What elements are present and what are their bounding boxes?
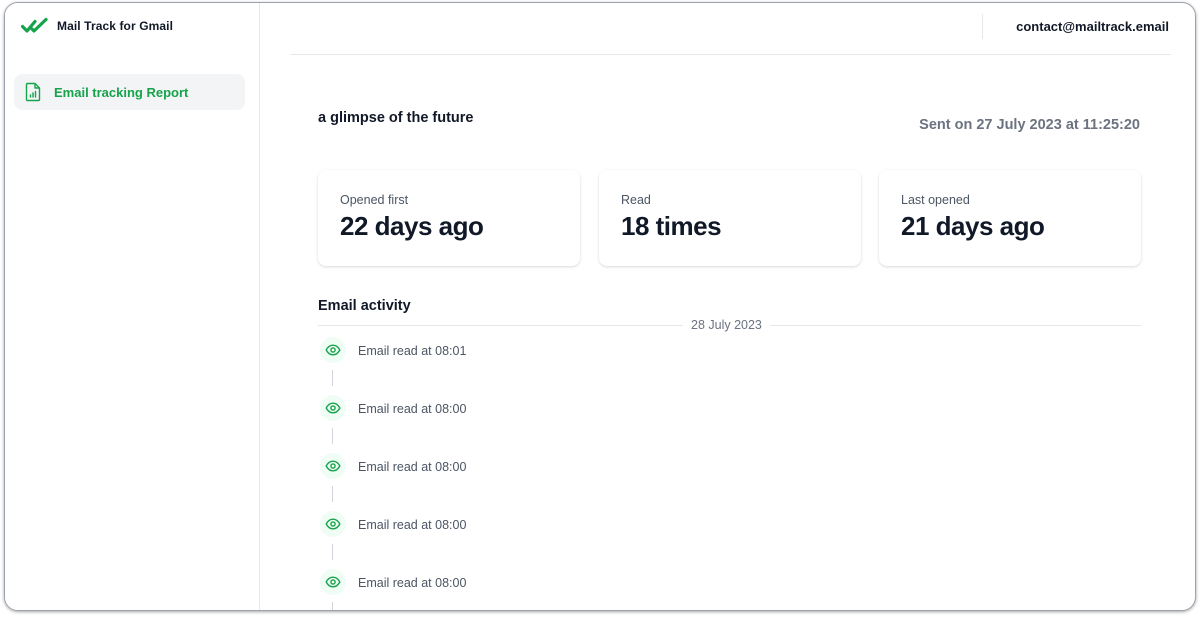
event-text: Email read at 08:00	[358, 518, 467, 532]
timeline-event: Email read at 08:00	[318, 393, 818, 451]
eye-icon	[320, 395, 346, 421]
timeline-connector	[332, 370, 333, 386]
sidebar-item-label: Email tracking Report	[54, 84, 189, 100]
stat-card-last-opened: Last opened 21 days ago	[879, 170, 1141, 266]
eye-icon	[320, 337, 346, 363]
brand[interactable]: Mail Track for Gmail	[21, 17, 173, 35]
activity-title: Email activity	[318, 298, 411, 314]
timeline-event: Email read at 08:00	[318, 509, 818, 567]
sent-timestamp: Sent on 27 July 2023 at 11:25:20	[919, 117, 1140, 133]
event-text: Email read at 08:00	[358, 460, 467, 474]
timeline-event: Email read at 08:01	[318, 335, 818, 393]
stat-card-opened-first: Opened first 22 days ago	[318, 170, 580, 266]
sidebar-item-email-tracking-report[interactable]: Email tracking Report	[14, 74, 245, 110]
eye-icon	[320, 569, 346, 595]
sidebar: Mail Track for Gmail Email tracking Repo…	[5, 3, 260, 610]
email-subject: a glimpse of the future	[318, 110, 474, 126]
report-file-icon	[25, 82, 41, 102]
timeline-connector	[332, 486, 333, 502]
stat-card-read: Read 18 times	[599, 170, 861, 266]
stat-value: 22 days ago	[340, 211, 484, 241]
timeline-connector	[332, 602, 333, 610]
header-rule	[290, 54, 1171, 55]
stat-value: 18 times	[621, 211, 722, 241]
activity-date: 28 July 2023	[683, 318, 770, 332]
eye-icon	[320, 511, 346, 537]
timeline-connector	[332, 544, 333, 560]
stat-label: Opened first	[340, 193, 409, 207]
timeline-event: Email read at 08:00	[318, 567, 818, 610]
stat-label: Last opened	[901, 193, 970, 207]
timeline-connector	[332, 428, 333, 444]
double-check-logo-icon	[21, 17, 48, 33]
timeline-event: Email read at 08:00	[318, 451, 818, 509]
event-text: Email read at 08:00	[358, 576, 467, 590]
brand-name: Mail Track for Gmail	[57, 19, 174, 33]
stat-value: 21 days ago	[901, 211, 1045, 241]
stat-label: Read	[621, 193, 651, 207]
event-text: Email read at 08:00	[358, 402, 467, 416]
event-text: Email read at 08:01	[358, 344, 467, 358]
header-divider	[982, 14, 983, 39]
eye-icon	[320, 453, 346, 479]
account-email[interactable]: contact@mailtrack.email	[1016, 19, 1169, 34]
app-window: Mail Track for Gmail Email tracking Repo…	[4, 2, 1196, 611]
activity-timeline: Email read at 08:01 Email read at 08:00 …	[318, 335, 818, 610]
